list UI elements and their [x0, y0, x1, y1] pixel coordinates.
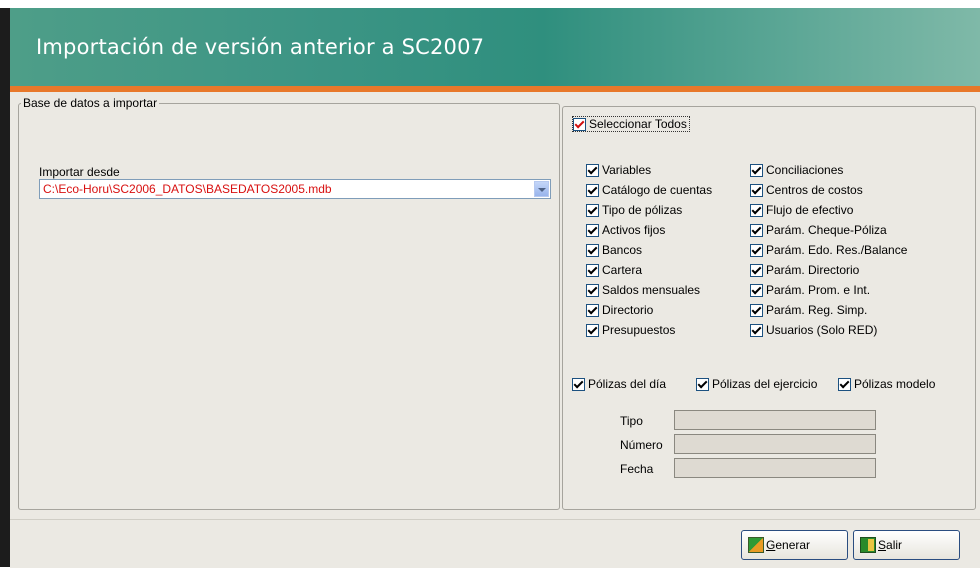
- import-from-value: C:\Eco-Horu\SC2006_DATOS\BASEDATOS2005.m…: [43, 182, 332, 196]
- checkbox-label: Bancos: [602, 243, 643, 257]
- checkbox-item[interactable]: Presupuestos: [586, 323, 675, 337]
- checkbox-item[interactable]: Directorio: [586, 303, 653, 317]
- top-edge: [0, 0, 980, 8]
- checkbox-item[interactable]: Catálogo de cuentas: [586, 183, 712, 197]
- checkbox-checked-icon[interactable]: [750, 263, 763, 277]
- checkbox-label: Parám. Edo. Res./Balance: [766, 243, 908, 257]
- import-from-label: Importar desde: [39, 165, 120, 179]
- checkbox-label: Flujo de efectivo: [766, 203, 854, 217]
- checkbox-label: Presupuestos: [602, 323, 676, 337]
- checkbox-checked-icon[interactable]: [572, 377, 585, 391]
- polizas-dia-label: Pólizas del día: [588, 377, 667, 391]
- chevron-down-icon[interactable]: [534, 181, 549, 197]
- checkbox-checked-icon[interactable]: [586, 283, 599, 297]
- checkbox-checked-icon[interactable]: [750, 223, 763, 237]
- checkbox-item[interactable]: Centros de costos: [750, 183, 863, 197]
- checkbox-label: Parám. Reg. Simp.: [766, 303, 868, 317]
- checkbox-checked-icon[interactable]: [750, 163, 763, 177]
- checkbox-item[interactable]: Activos fijos: [586, 223, 665, 237]
- checkbox-item[interactable]: Parám. Cheque-Póliza: [750, 223, 887, 237]
- checkbox-label: Parám. Directorio: [766, 263, 860, 277]
- checkbox-checked-icon[interactable]: [586, 223, 599, 237]
- salir-label: Salir: [878, 538, 903, 552]
- checkbox-checked-icon[interactable]: [750, 183, 763, 197]
- checkbox-checked-icon[interactable]: [586, 183, 599, 197]
- checkbox-checked-icon[interactable]: [586, 263, 599, 277]
- numero-label: Número: [620, 438, 663, 452]
- checkbox-checked-icon[interactable]: [750, 243, 763, 257]
- window-left-border: [0, 8, 10, 567]
- checkbox-label: Activos fijos: [602, 223, 666, 237]
- checkbox-label: Parám. Cheque-Póliza: [766, 223, 887, 237]
- checkbox-item[interactable]: Parám. Directorio: [750, 263, 859, 277]
- checkbox-checked-icon[interactable]: [586, 163, 599, 177]
- select-all-label: Seleccionar Todos: [589, 117, 687, 131]
- numero-field[interactable]: [674, 434, 876, 454]
- checkbox-label: Directorio: [602, 303, 654, 317]
- tipo-field[interactable]: [674, 410, 876, 430]
- checkbox-item[interactable]: Parám. Prom. e Int.: [750, 283, 870, 297]
- tipo-label: Tipo: [620, 414, 643, 428]
- polizas-modelo-checkbox[interactable]: Pólizas modelo: [838, 377, 935, 391]
- checkbox-item[interactable]: Tipo de pólizas: [586, 203, 682, 217]
- checkbox-checked-icon[interactable]: [573, 117, 586, 131]
- checkbox-checked-icon[interactable]: [750, 203, 763, 217]
- fecha-field[interactable]: [674, 458, 876, 478]
- polizas-modelo-label: Pólizas modelo: [854, 377, 936, 391]
- checkbox-item[interactable]: Variables: [586, 163, 651, 177]
- checkbox-label: Centros de costos: [766, 183, 863, 197]
- import-from-combo[interactable]: C:\Eco-Horu\SC2006_DATOS\BASEDATOS2005.m…: [39, 179, 551, 199]
- checkbox-label: Cartera: [602, 263, 643, 277]
- fecha-label: Fecha: [620, 462, 654, 476]
- checkbox-checked-icon[interactable]: [838, 377, 851, 391]
- checkbox-item[interactable]: Cartera: [586, 263, 642, 277]
- checkbox-item[interactable]: Bancos: [586, 243, 642, 257]
- checkbox-item[interactable]: Flujo de efectivo: [750, 203, 853, 217]
- checkbox-checked-icon[interactable]: [586, 243, 599, 257]
- checkbox-label: Saldos mensuales: [602, 283, 701, 297]
- checkbox-checked-icon[interactable]: [586, 323, 599, 337]
- polizas-ejercicio-checkbox[interactable]: Pólizas del ejercicio: [696, 377, 817, 391]
- checkbox-label: Conciliaciones: [766, 163, 844, 177]
- salir-button[interactable]: Salir: [853, 530, 960, 560]
- checkbox-label: Usuarios (Solo RED): [766, 323, 878, 337]
- title-banner: Importación de versión anterior a SC2007: [10, 8, 980, 86]
- checkbox-checked-icon[interactable]: [750, 303, 763, 317]
- checkbox-label: Tipo de pólizas: [602, 203, 683, 217]
- checkbox-checked-icon[interactable]: [586, 203, 599, 217]
- checkbox-label: Catálogo de cuentas: [602, 183, 713, 197]
- options-panel: Seleccionar Todos Variables Catálogo de …: [562, 106, 976, 510]
- checkbox-checked-icon[interactable]: [750, 283, 763, 297]
- database-group: Base de datos a importar Importar desde …: [18, 96, 560, 510]
- dialog-body: Base de datos a importar Importar desde …: [10, 92, 980, 519]
- database-group-legend: Base de datos a importar: [23, 96, 158, 110]
- generar-button[interactable]: Generar: [741, 530, 848, 560]
- checkbox-item[interactable]: Saldos mensuales: [586, 283, 700, 297]
- window-title: Importación de versión anterior a SC2007: [36, 35, 485, 59]
- polizas-ejercicio-label: Pólizas del ejercicio: [712, 377, 818, 391]
- checkbox-checked-icon[interactable]: [750, 323, 763, 337]
- generar-label: Generar: [766, 538, 811, 552]
- select-all-checkbox[interactable]: Seleccionar Todos: [572, 116, 690, 132]
- checkbox-item[interactable]: Parám. Edo. Res./Balance: [750, 243, 907, 257]
- generate-icon: [748, 537, 764, 553]
- checkbox-checked-icon[interactable]: [696, 377, 709, 391]
- polizas-dia-checkbox[interactable]: Pólizas del día: [572, 377, 666, 391]
- checkbox-label: Variables: [602, 163, 652, 177]
- exit-door-icon: [860, 537, 876, 553]
- checkbox-item[interactable]: Parám. Reg. Simp.: [750, 303, 867, 317]
- import-dialog: Importación de versión anterior a SC2007…: [10, 8, 980, 568]
- checkbox-checked-icon[interactable]: [586, 303, 599, 317]
- checkbox-item[interactable]: Usuarios (Solo RED): [750, 323, 877, 337]
- checkbox-item[interactable]: Conciliaciones: [750, 163, 843, 177]
- button-bar: Generar Salir: [10, 519, 980, 568]
- checkbox-label: Parám. Prom. e Int.: [766, 283, 871, 297]
